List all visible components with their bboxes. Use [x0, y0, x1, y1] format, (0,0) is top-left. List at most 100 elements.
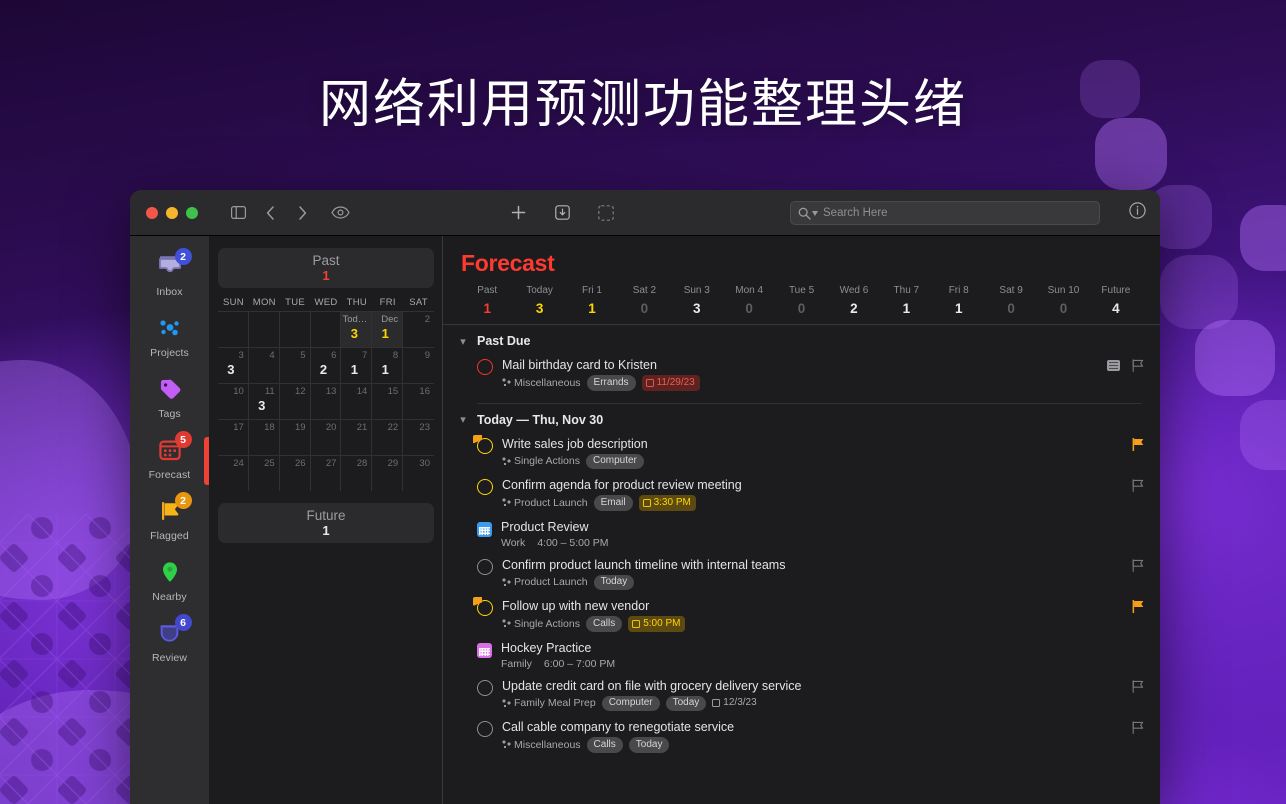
sidebar-item-flagged[interactable]: 2 Flagged: [130, 492, 209, 553]
search-chevron-down-icon[interactable]: [812, 210, 818, 216]
task-due-date[interactable]: 3:30 PM: [638, 495, 696, 511]
sidebar-toggle-icon[interactable]: [224, 200, 252, 226]
calendar-day-cell[interactable]: Tod… 3: [341, 311, 373, 347]
task-group-header[interactable]: ▾ Today — Thu, Nov 30: [443, 404, 1160, 432]
task-row[interactable]: Call cable company to renegotiate servic…: [443, 715, 1160, 757]
calendar-day-cell[interactable]: 16: [403, 383, 434, 419]
sidebar-item-review[interactable]: 6 Review: [130, 614, 209, 675]
task-row[interactable]: Mail birthday card to Kristen Miscellaneo…: [443, 353, 1160, 395]
calendar-day-cell[interactable]: 13: [310, 383, 342, 419]
sidebar-item-projects[interactable]: Projects: [130, 309, 209, 370]
past-bucket[interactable]: Past 1: [218, 248, 434, 288]
search-input[interactable]: [823, 207, 1092, 219]
calendar-day-cell[interactable]: Dec 1: [372, 311, 404, 347]
calendar-day-cell[interactable]: 2: [403, 311, 434, 347]
task-status-circle[interactable]: [477, 558, 493, 575]
forward-chevron-icon[interactable]: [288, 200, 316, 226]
task-status-circle[interactable]: [477, 359, 493, 375]
future-bucket[interactable]: Future 1: [218, 503, 434, 543]
task-status-circle[interactable]: [477, 437, 493, 454]
calendar-day-cell[interactable]: 21: [341, 419, 373, 455]
flag-icon[interactable]: [1132, 600, 1144, 613]
calendar-day-cell[interactable]: 30: [403, 455, 434, 491]
task-due-date[interactable]: 5:00 PM: [628, 616, 686, 632]
sidebar-item-forecast[interactable]: 5 Forecast: [130, 431, 209, 492]
forecast-day-column[interactable]: Fri 1 1: [566, 284, 618, 318]
minimize-button[interactable]: [166, 206, 178, 219]
calendar-day-cell[interactable]: 11 3: [248, 383, 280, 419]
task-tag[interactable]: Email: [593, 495, 633, 511]
focus-icon[interactable]: [592, 200, 620, 226]
task-tag[interactable]: Calls: [586, 737, 623, 753]
close-button[interactable]: [146, 206, 158, 219]
eye-icon[interactable]: [326, 200, 354, 226]
calendar-day-cell[interactable]: [218, 311, 249, 347]
forecast-day-column[interactable]: Thu 7 1: [880, 284, 932, 318]
plus-icon[interactable]: [504, 200, 532, 226]
calendar-day-cell[interactable]: 20: [310, 419, 342, 455]
calendar-day-cell[interactable]: 4: [248, 347, 280, 383]
task-tag[interactable]: Today: [593, 574, 635, 590]
flag-icon[interactable]: [1132, 437, 1144, 451]
calendar-day-cell[interactable]: 71: [341, 347, 373, 383]
task-tag[interactable]: Errands: [586, 375, 636, 391]
calendar-day-cell[interactable]: 81: [372, 347, 404, 383]
calendar-day-cell[interactable]: 18: [248, 419, 280, 455]
calendar-day-cell[interactable]: 28: [341, 455, 373, 491]
calendar-event-row[interactable]: Hockey Practice Family 6:00 – 7:00 PM: [443, 636, 1160, 674]
calendar-day-cell[interactable]: 25: [248, 455, 280, 491]
flag-icon[interactable]: [1132, 679, 1144, 693]
calendar-day-cell[interactable]: 14: [341, 383, 373, 419]
task-row[interactable]: Follow up with new vendor Single Actions C…: [443, 594, 1160, 636]
flag-icon[interactable]: [1132, 359, 1144, 372]
task-tag[interactable]: Calls: [585, 616, 623, 632]
forecast-day-column[interactable]: Sun 10 0: [1037, 284, 1089, 318]
info-icon[interactable]: [1129, 202, 1146, 224]
calendar-day-cell[interactable]: 15: [372, 383, 404, 419]
search-field[interactable]: [790, 201, 1100, 225]
calendar-event-row[interactable]: Product Review Work 4:00 – 5:00 PM: [443, 515, 1160, 553]
chevron-down-icon[interactable]: ▾: [457, 335, 469, 348]
sidebar-item-nearby[interactable]: Nearby: [130, 553, 209, 614]
calendar-day-cell[interactable]: 17: [218, 419, 249, 455]
calendar-day-cell[interactable]: [279, 311, 311, 347]
back-chevron-icon[interactable]: [256, 200, 284, 226]
calendar-day-cell[interactable]: 9: [403, 347, 434, 383]
calendar-day-cell[interactable]: 5: [279, 347, 311, 383]
task-tag[interactable]: Today: [665, 695, 707, 711]
chevron-down-icon[interactable]: ▾: [457, 413, 469, 426]
calendar-day-cell[interactable]: 24: [218, 455, 249, 491]
task-row[interactable]: Confirm agenda for product review meetin…: [443, 473, 1160, 515]
calendar-day-cell[interactable]: 29: [372, 455, 404, 491]
task-due-date[interactable]: 11/29/23: [641, 375, 700, 391]
calendar-day-cell[interactable]: 12: [279, 383, 311, 419]
task-row[interactable]: Write sales job description Single Action…: [443, 432, 1160, 474]
forecast-day-column[interactable]: Sat 2 0: [618, 284, 670, 318]
forecast-day-column[interactable]: Tue 5 0: [775, 284, 827, 318]
zoom-button[interactable]: [186, 206, 198, 219]
flag-icon[interactable]: [1132, 558, 1144, 572]
sidebar-item-tags[interactable]: Tags: [130, 370, 209, 431]
flag-icon[interactable]: [1132, 479, 1144, 492]
calendar-day-cell[interactable]: 26: [279, 455, 311, 491]
task-status-circle[interactable]: [477, 600, 493, 616]
calendar-day-cell[interactable]: 33: [218, 347, 249, 383]
task-due-date[interactable]: 12/3/23: [712, 696, 761, 712]
task-tag[interactable]: Computer: [601, 695, 660, 711]
calendar-day-cell[interactable]: 23: [403, 419, 434, 455]
flag-icon[interactable]: [1132, 721, 1144, 734]
task-tag[interactable]: Computer: [585, 453, 644, 469]
sidebar-item-inbox[interactable]: 2 Inbox: [130, 248, 209, 309]
task-status-circle[interactable]: [477, 479, 493, 495]
calendar-day-cell[interactable]: 19: [279, 419, 311, 455]
calendar-day-cell[interactable]: [310, 311, 342, 347]
forecast-day-column[interactable]: Mon 4 0: [723, 284, 775, 318]
forecast-day-column[interactable]: Sun 3 3: [671, 284, 723, 318]
task-row[interactable]: Update credit card on file with grocery …: [443, 674, 1160, 716]
calendar-day-cell[interactable]: 22: [372, 419, 404, 455]
forecast-day-column[interactable]: Future 4: [1090, 284, 1142, 318]
task-tag[interactable]: Today: [628, 737, 670, 753]
task-status-circle[interactable]: [477, 679, 493, 696]
forecast-day-column[interactable]: Today 3: [513, 284, 565, 318]
note-icon[interactable]: [1107, 360, 1120, 371]
